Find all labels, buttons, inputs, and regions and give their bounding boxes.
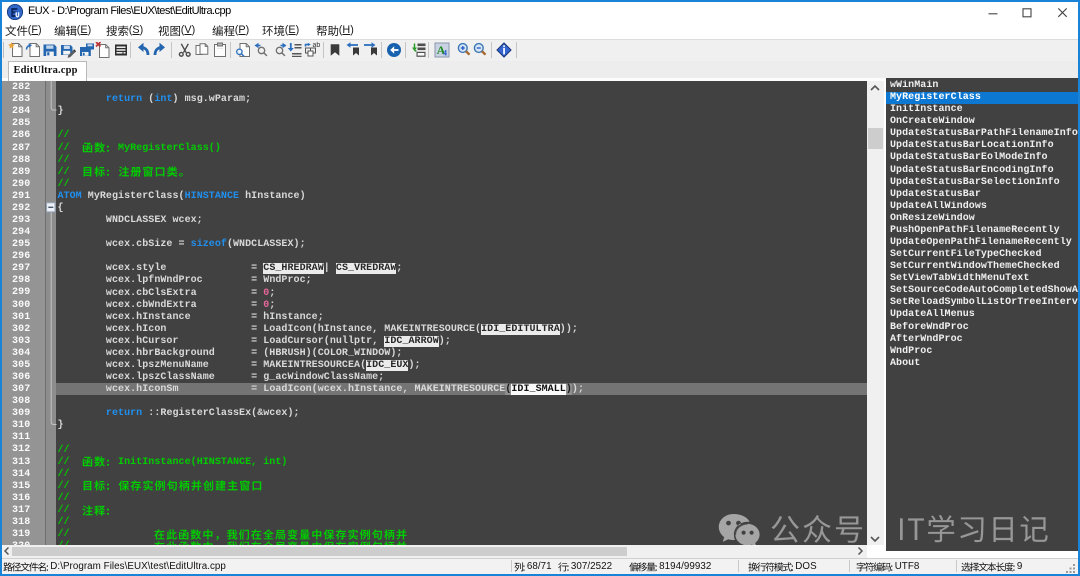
svg-text:ab: ab [313,42,321,49]
svg-text:4: 4 [443,49,447,58]
